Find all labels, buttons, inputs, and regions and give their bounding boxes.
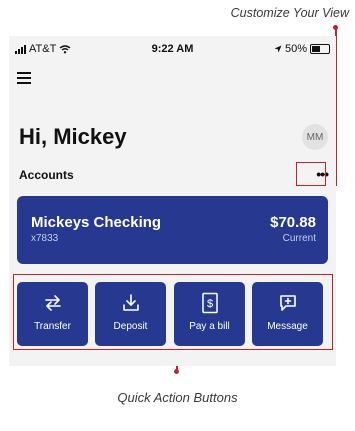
quick-actions-annotation: Quick Action Buttons [117, 390, 238, 405]
svg-text:$: $ [206, 298, 212, 310]
account-balance: $70.88 [270, 214, 316, 231]
menu-icon[interactable] [17, 72, 31, 87]
pay-bill-button[interactable]: $ Pay a bill [174, 282, 245, 346]
account-number: x7833 [31, 233, 59, 244]
battery-info: 50% [274, 43, 330, 55]
greeting-title: Hi, Mickey [19, 124, 127, 149]
annotation-dot-bottom [174, 369, 179, 374]
transfer-icon [44, 295, 61, 311]
battery-icon [310, 44, 330, 54]
status-bar: AT&T 9:22 AM 50% [9, 36, 336, 62]
battery-percent: 50% [284, 43, 307, 55]
deposit-button[interactable]: Deposit [95, 282, 166, 346]
bill-icon: $ [201, 292, 218, 314]
battery-level-fill [312, 46, 320, 52]
transfer-button[interactable]: Transfer [17, 282, 88, 346]
account-name: Mickeys Checking [31, 214, 162, 231]
account-card[interactable]: Mickeys Checking x7833 $70.88 Current [17, 196, 328, 264]
deposit-icon [122, 294, 139, 311]
message-icon [279, 295, 296, 311]
deposit-label: Deposit [113, 321, 148, 332]
customize-highlight-box [296, 162, 326, 186]
avatar[interactable]: MM [302, 124, 328, 150]
pay-bill-label: Pay a bill [189, 321, 230, 332]
location-arrow-icon [274, 45, 282, 53]
customize-annotation: Customize Your View [230, 6, 349, 20]
transfer-label: Transfer [34, 321, 71, 332]
message-button[interactable]: Message [252, 282, 323, 346]
balance-label: Current [282, 233, 316, 244]
message-label: Message [267, 321, 308, 332]
accounts-label: Accounts [19, 168, 74, 182]
